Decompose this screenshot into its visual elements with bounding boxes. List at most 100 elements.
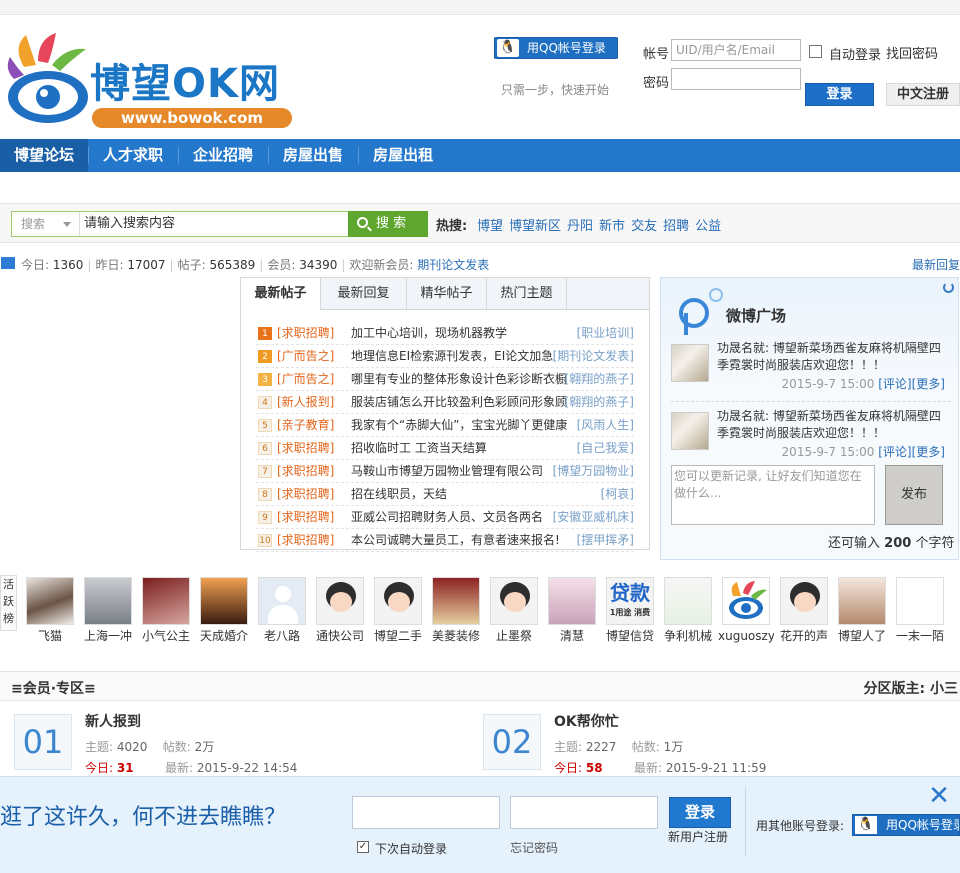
post-row[interactable]: 4 [新人报到] 服装店铺怎么开比较盈利色彩顾问形象顾 [翱翔的燕子] <box>256 391 634 414</box>
post-title[interactable]: 我家有个“赤脚大仙”，宝宝光脚丫更健康 <box>351 414 567 436</box>
user-name[interactable]: 飞猫 <box>22 629 78 644</box>
post-category[interactable]: [求职招聘] <box>277 322 334 344</box>
qq-login-button[interactable]: 🐧 用QQ帐号登录 <box>494 37 618 59</box>
post-title[interactable]: 招收临时工 工资当天结算 <box>351 437 487 459</box>
user-name[interactable]: 清慧 <box>544 629 600 644</box>
search-button[interactable]: 搜 索 <box>348 211 428 237</box>
nav-item-recruit[interactable]: 企业招聘 <box>178 139 268 172</box>
account-input[interactable]: UID/用户名/Email <box>671 39 801 61</box>
active-user[interactable]: 飞猫 <box>22 577 78 644</box>
tab-latest-replies[interactable]: 最新回复 <box>321 278 407 309</box>
feed-comment-link[interactable]: [评论] <box>878 445 911 459</box>
post-author[interactable]: [自己我爱] <box>577 437 634 459</box>
post-category[interactable]: [求职招聘] <box>277 529 334 551</box>
post-author[interactable]: [柯哀] <box>601 483 634 505</box>
weibo-textarea[interactable]: 您可以更新记录, 让好友们知道您在做什么... <box>671 465 875 525</box>
active-user[interactable]: 博望人了 <box>834 577 890 644</box>
active-user[interactable]: 博望二手 <box>370 577 426 644</box>
post-title[interactable]: 亚威公司招聘财务人员、文员各两名 <box>351 506 543 528</box>
avatar[interactable]: 贷款 1用途 消费 <box>606 577 654 625</box>
user-name[interactable]: 老八路 <box>254 629 310 644</box>
feed-comment-link[interactable]: [评论] <box>878 377 911 391</box>
post-title[interactable]: 地理信息EI检索源刊发表，EI论文加急 <box>351 345 553 367</box>
site-logo[interactable]: 博望OK网 www.bowok.com <box>4 29 304 141</box>
post-category[interactable]: [求职招聘] <box>277 506 334 528</box>
active-user[interactable]: 通快公司 <box>312 577 368 644</box>
post-row[interactable]: 10 [求职招聘] 本公司诚聘大量员工，有意者速来报名! [摆甲挥矛] <box>256 529 634 552</box>
active-user[interactable]: 花开的声 <box>776 577 832 644</box>
active-user[interactable]: 美菱装修 <box>428 577 484 644</box>
post-title[interactable]: 服装店铺怎么开比较盈利色彩顾问形象顾 <box>351 391 567 413</box>
feed-thumbnail[interactable] <box>671 344 709 382</box>
avatar[interactable] <box>84 577 132 625</box>
latest-reply-link[interactable]: 最新回复 <box>912 256 960 273</box>
publish-button[interactable]: 发布 <box>885 465 943 525</box>
user-name[interactable]: 通快公司 <box>312 629 368 644</box>
hot-search-term[interactable]: 博望新区 <box>509 219 561 234</box>
active-user[interactable]: 清慧 <box>544 577 600 644</box>
bottom-login-button[interactable]: 登录 <box>669 797 731 828</box>
forum-name[interactable]: OK帮你忙 <box>554 711 619 731</box>
hot-search-term[interactable]: 博望 <box>477 219 503 234</box>
forum-card[interactable]: 01 新人报到 主题: 4020 帖数: 2万 今日: 31 最新: 2015-… <box>14 708 434 775</box>
avatar[interactable] <box>664 577 712 625</box>
bottom-register-link[interactable]: 新用户注册 <box>668 828 728 845</box>
tab-hot-topics[interactable]: 热门主题 <box>487 278 567 309</box>
avatar[interactable] <box>838 577 886 625</box>
avatar[interactable] <box>722 577 770 625</box>
post-row[interactable]: 2 [广而告之] 地理信息EI检索源刊发表，EI论文加急 [期刊论文发表] <box>256 345 634 368</box>
avatar[interactable] <box>200 577 248 625</box>
tab-featured-posts[interactable]: 精华帖子 <box>407 278 487 309</box>
avatar[interactable] <box>316 577 364 625</box>
register-button[interactable]: 中文注册 <box>886 83 960 106</box>
post-category[interactable]: [求职招聘] <box>277 483 334 505</box>
user-name[interactable]: 小气公主 <box>138 629 194 644</box>
new-member-link[interactable]: 期刊论文发表 <box>417 258 489 272</box>
feed-more-link[interactable]: [更多] <box>912 445 945 459</box>
hot-search-term[interactable]: 交友 <box>631 219 657 234</box>
post-author[interactable]: [翱翔的燕子] <box>565 391 634 413</box>
avatar[interactable] <box>780 577 828 625</box>
avatar[interactable] <box>26 577 74 625</box>
post-title[interactable]: 哪里有专业的整体形象设计色彩诊断衣橱 <box>351 368 567 390</box>
forgot-password-link[interactable]: 找回密码 <box>886 43 938 62</box>
user-name[interactable]: 博望信贷 <box>602 629 658 644</box>
active-user[interactable]: 贷款 1用途 消费博望信贷 <box>602 577 658 644</box>
post-author[interactable]: [风雨人生] <box>577 414 634 436</box>
bottom-forgot-password-link[interactable]: 忘记密码 <box>510 839 558 856</box>
post-title[interactable]: 本公司诚聘大量员工，有意者速来报名! <box>351 529 560 551</box>
post-title[interactable]: 招在线职员，天结 <box>351 483 447 505</box>
post-row[interactable]: 5 [亲子教育] 我家有个“赤脚大仙”，宝宝光脚丫更健康 [风雨人生] <box>256 414 634 437</box>
post-row[interactable]: 3 [广而告之] 哪里有专业的整体形象设计色彩诊断衣橱 [翱翔的燕子] <box>256 368 634 391</box>
post-category[interactable]: [广而告之] <box>277 345 334 367</box>
search-input[interactable]: 请输入搜索内容 <box>84 212 175 236</box>
user-name[interactable]: 博望人了 <box>834 629 890 644</box>
active-user[interactable]: 上海一冲 <box>80 577 136 644</box>
nav-item-house-sale[interactable]: 房屋出售 <box>268 139 358 172</box>
user-name[interactable]: 美菱装修 <box>428 629 484 644</box>
refresh-icon[interactable] <box>943 282 954 293</box>
post-row[interactable]: 8 [求职招聘] 招在线职员，天结 [柯哀] <box>256 483 634 506</box>
user-name[interactable]: 花开的声 <box>776 629 832 644</box>
tab-latest-posts[interactable]: 最新帖子 <box>241 278 321 310</box>
avatar[interactable] <box>432 577 480 625</box>
avatar[interactable] <box>258 577 306 625</box>
auto-login-checkbox[interactable] <box>809 45 822 58</box>
user-name[interactable]: 博望二手 <box>370 629 426 644</box>
user-name[interactable]: 上海一冲 <box>80 629 136 644</box>
login-button[interactable]: 登录 <box>805 83 874 106</box>
forum-name[interactable]: 新人报到 <box>85 711 141 731</box>
post-category[interactable]: [新人报到] <box>277 391 334 413</box>
hot-search-term[interactable]: 新市 <box>599 219 625 234</box>
post-category[interactable]: [亲子教育] <box>277 414 334 436</box>
active-user[interactable]: 争利机械 <box>660 577 716 644</box>
post-author[interactable]: [摆甲挥矛] <box>577 529 634 551</box>
active-user[interactable]: 老八路 <box>254 577 310 644</box>
post-author[interactable]: [职业培训] <box>577 322 634 344</box>
active-user[interactable]: 止墨祭 <box>486 577 542 644</box>
nav-item-house-rent[interactable]: 房屋出租 <box>358 139 448 172</box>
post-row[interactable]: 9 [求职招聘] 亚威公司招聘财务人员、文员各两名 [安徽亚威机床] <box>256 506 634 529</box>
search-type-select[interactable]: 搜索 <box>12 212 80 236</box>
post-author[interactable]: [翱翔的燕子] <box>565 368 634 390</box>
post-author[interactable]: [博望万园物业] <box>553 460 634 482</box>
